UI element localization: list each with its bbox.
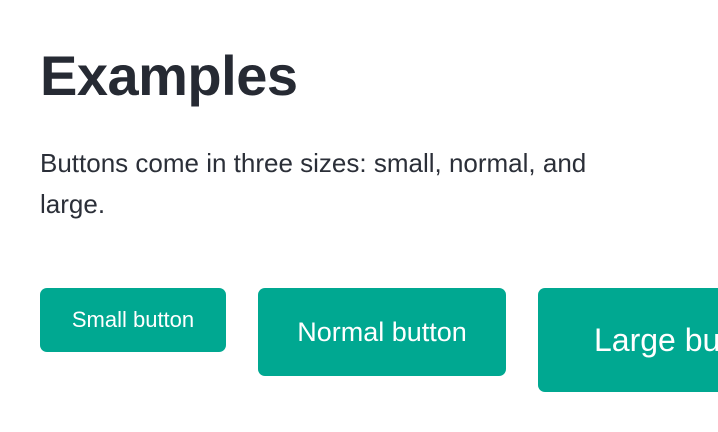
normal-button[interactable]: Normal button (258, 288, 506, 376)
description-text: Buttons come in three sizes: small, norm… (40, 148, 587, 219)
small-button[interactable]: Small button (40, 288, 226, 352)
page-title: Examples (40, 44, 298, 107)
button-examples: Small button Normal button Large button (40, 288, 718, 408)
page-content: Examples Buttons come in three sizes: sm… (40, 0, 718, 432)
large-button[interactable]: Large button (538, 288, 718, 392)
